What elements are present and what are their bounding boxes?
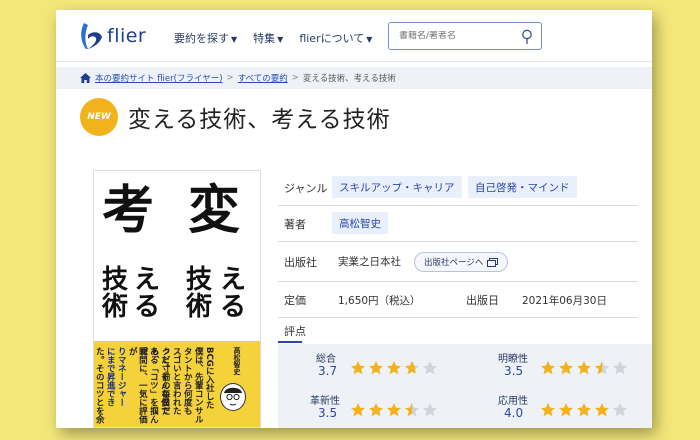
star-icon: [559, 361, 573, 375]
rating-stars-applicability: [540, 402, 628, 418]
date-value: 2021年06月30日: [522, 295, 607, 307]
rating-score-clarity: 3.5: [504, 364, 524, 378]
cover-band-line: 瞬間に、一気に評価が: [127, 347, 148, 424]
breadcrumb-separator: >: [291, 73, 299, 83]
external-window-icon: [487, 257, 499, 267]
cover-band-line: た。そのコツとを余: [94, 347, 105, 424]
cover-big-char-right: 変: [188, 180, 241, 241]
star-icon: [541, 361, 555, 375]
star-icon: [351, 361, 365, 375]
author-face-icon: [224, 387, 242, 406]
star-icon: [423, 361, 437, 375]
nav-features[interactable]: 特集 ▼: [253, 30, 283, 46]
star-icon: [559, 403, 573, 417]
rating-name-overall: 総合: [316, 354, 336, 365]
cover-illustration: [220, 383, 246, 411]
site-header: flier 要約を探す ▼ 特集 ▼ flierについて ▼: [56, 10, 652, 62]
star-icon: [387, 403, 401, 417]
star-icon: [613, 361, 627, 375]
breadcrumb-all-link[interactable]: すべての要約: [238, 72, 288, 84]
star-icon: [387, 361, 401, 375]
page-card: flier 要約を探す▼ 特集▼ flierについて▼ 本の要約サイト flie…: [56, 10, 652, 428]
genre-row: ジャンル スキルアップ・キャリア 自己啓発・マインド: [278, 170, 638, 206]
rating-section-label: 評点: [284, 325, 306, 338]
star-icon: [423, 403, 437, 417]
site-logo[interactable]: flier: [78, 20, 146, 52]
rating-stars-overall: [350, 360, 438, 376]
star-icon: [351, 403, 365, 417]
cover-band-line: スゴいと言われた: [171, 347, 182, 415]
star-icon: [577, 361, 591, 375]
caret-down-icon: ▼: [277, 35, 284, 44]
publisher-button-label: 出版社ページへ: [424, 258, 484, 268]
cover-band-line: にまで昇進でき: [105, 347, 116, 407]
rating-stars-novelty: [350, 402, 438, 418]
book-cover: 考 変 技 術 え る 技 術 え る BCGに入社した 僕は、先輩コンサル タ…: [93, 170, 261, 428]
cover-band-line: 僕は、先輩コンサル: [193, 347, 204, 424]
breadcrumb-current: 変える技術、考える技術: [302, 74, 396, 84]
star-icon: [369, 361, 383, 375]
genre-tag-career[interactable]: スキルアップ・キャリア: [332, 176, 462, 198]
rating-name-clarity: 明瞭性: [498, 354, 528, 365]
breadcrumb-separator: >: [226, 73, 234, 83]
genre-tag-self-help[interactable]: 自己啓発・マインド: [468, 176, 577, 198]
cover-band-line: タントから何度も: [182, 347, 193, 415]
publisher-name: 実業之日本社: [338, 256, 401, 268]
search-box: [388, 22, 542, 50]
page-title: 変える技術、考える技術: [128, 107, 391, 133]
star-icon: [541, 403, 555, 417]
nav-label: 特集: [253, 32, 276, 45]
author-tag[interactable]: 高松智史: [332, 212, 388, 234]
star-icon: [577, 403, 591, 417]
star-icon: [405, 361, 419, 375]
rating-underline: [278, 341, 302, 343]
publisher-label: 出版社: [284, 256, 317, 269]
date-label: 出版日: [466, 294, 499, 307]
cover-mid-left: 技 術: [102, 265, 129, 323]
price-value: 1,650円（税込）: [338, 295, 421, 307]
search-pin-icon[interactable]: [521, 29, 533, 45]
price-label: 定価: [284, 294, 306, 307]
genre-label: ジャンル: [284, 182, 328, 195]
caret-down-icon: ▼: [366, 35, 373, 44]
rating-score-novelty: 3.5: [318, 406, 338, 420]
caret-down-icon: ▼: [231, 35, 238, 44]
cover-mid-left-2: 技 術: [186, 265, 213, 323]
logo-text: flier: [107, 25, 147, 47]
main-nav: 要約を探す ▼ 特集 ▼ flierについて ▼: [174, 30, 388, 46]
rating-name-applicability: 応用性: [498, 396, 528, 407]
rating-panel: 総合 3.7 明瞭性 3.5 革新性 3.5 応用性 4.0: [278, 344, 652, 428]
star-icon: [613, 403, 627, 417]
author-row: 著者 高松智史: [278, 206, 638, 242]
nav-label: 要約を探す: [174, 32, 229, 45]
cover-author: 高松智史: [233, 347, 241, 375]
rating-name-novelty: 革新性: [310, 396, 340, 407]
flier-wing-icon: [81, 23, 102, 49]
rating-score-applicability: 4.0: [504, 406, 524, 420]
cover-band-line: BCGに入社した: [204, 347, 215, 410]
home-icon: [80, 73, 91, 83]
nav-label: flierについて: [299, 32, 365, 45]
price-date-row: 定価 1,650円（税込） 出版日 2021年06月30日: [278, 282, 638, 318]
publisher-row: 出版社 実業之日本社 出版社ページへ: [278, 242, 638, 282]
star-icon: [595, 361, 609, 375]
nav-search-summaries[interactable]: 要約を探す ▼: [174, 30, 237, 46]
publisher-page-button[interactable]: 出版社ページへ: [414, 252, 509, 272]
breadcrumb: 本の要約サイト flier(フライヤー) > すべての要約 > 変える技術、考え…: [56, 67, 652, 89]
cover-big-char-left: 考: [102, 180, 155, 241]
star-icon: [405, 403, 419, 417]
cover-mid-right: え る: [134, 265, 161, 323]
rating-score-overall: 3.7: [318, 364, 338, 378]
star-icon: [369, 403, 383, 417]
star-icon: [595, 403, 609, 417]
breadcrumb-home-link[interactable]: 本の要約サイト flier(フライヤー): [95, 72, 223, 84]
search-input[interactable]: [399, 31, 517, 41]
cover-band-line: りマネージャー: [116, 347, 127, 407]
nav-about[interactable]: flierについて ▼: [299, 30, 372, 46]
rating-stars-clarity: [540, 360, 628, 376]
cover-mid-right-2: え る: [220, 265, 247, 323]
new-badge: NEW: [80, 98, 118, 136]
author-label: 著者: [284, 218, 306, 231]
